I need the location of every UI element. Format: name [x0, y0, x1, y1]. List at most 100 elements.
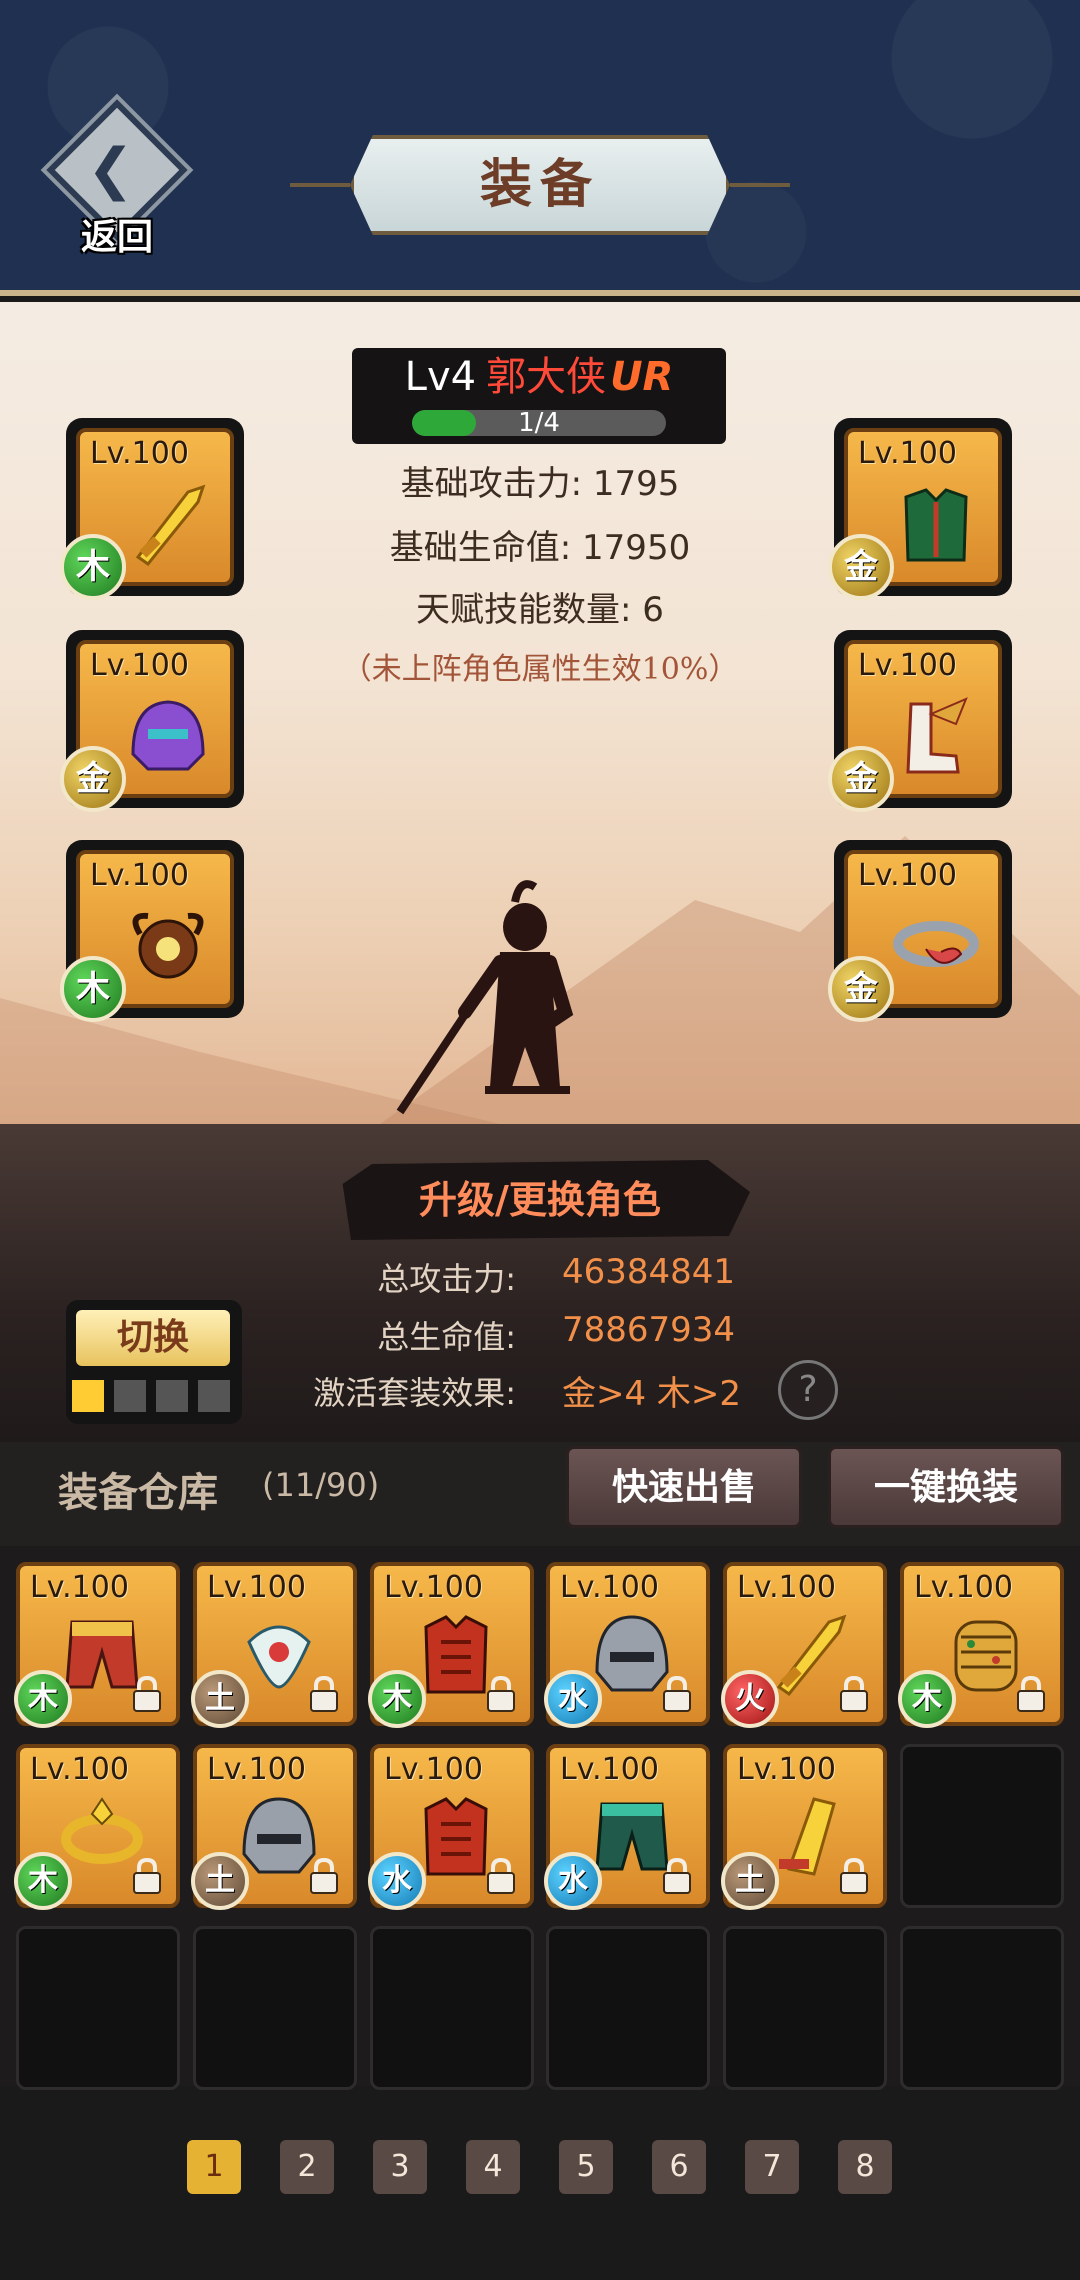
warehouse-item[interactable]: Lv.100 土 — [191, 1562, 357, 1728]
lock-icon[interactable] — [837, 1856, 871, 1896]
equip-slot-boots[interactable]: Lv.100 金 — [828, 630, 1012, 812]
empty-slot — [370, 1926, 534, 2090]
back-arrow-icon: ❮ — [87, 137, 134, 202]
lock-icon[interactable] — [130, 1856, 164, 1896]
element-gold-badge: 金 — [60, 746, 126, 812]
hero-silhouette — [396, 880, 574, 1115]
item-level: Lv.100 — [737, 1570, 836, 1605]
green-armor-icon — [904, 488, 968, 562]
equip-slot-amulet[interactable]: Lv.100 木 — [60, 840, 244, 1022]
lock-icon[interactable] — [660, 1856, 694, 1896]
item-level: Lv.100 — [384, 1570, 483, 1605]
item-level: Lv.100 — [914, 1570, 1013, 1605]
base-attack-stat: 基础攻击力: 1795 — [400, 464, 680, 504]
warehouse-item[interactable]: Lv.100 水 — [544, 1744, 710, 1910]
element-wood-badge: 木 — [898, 1670, 956, 1728]
total-hp-label: 总生命值: — [377, 1318, 516, 1356]
warehouse-item[interactable]: Lv.100 水 — [368, 1744, 534, 1910]
inactive-bonus-note: （未上阵角色属性生效10%） — [341, 652, 739, 687]
element-gold-badge: 金 — [828, 956, 894, 1022]
equip-level: Lv.100 — [858, 648, 957, 683]
equip-level: Lv.100 — [90, 436, 189, 471]
element-wood-badge: 木 — [14, 1852, 72, 1910]
hero-rarity-badge: UR — [610, 354, 674, 400]
equip-level: Lv.100 — [90, 648, 189, 683]
lock-icon[interactable] — [307, 1856, 341, 1896]
page-title: 装备 — [479, 154, 600, 215]
lock-icon[interactable] — [837, 1674, 871, 1714]
item-level: Lv.100 — [560, 1752, 659, 1787]
lock-icon[interactable] — [660, 1674, 694, 1714]
item-level: Lv.100 — [560, 1570, 659, 1605]
title-ornament-right — [730, 183, 790, 187]
element-earth-badge: 土 — [191, 1852, 249, 1910]
equip-level: Lv.100 — [858, 858, 957, 893]
total-attack-label: 总攻击力: — [377, 1260, 516, 1298]
lock-icon[interactable] — [1014, 1674, 1048, 1714]
warehouse-item[interactable]: Lv.100 木 — [14, 1562, 180, 1728]
winged-boots-icon — [906, 697, 968, 774]
horned-amulet-icon — [132, 912, 204, 979]
loadout-indicator-2[interactable] — [114, 1380, 146, 1412]
empty-slot — [723, 1926, 887, 2090]
empty-slot — [900, 1744, 1064, 1908]
warehouse-count: (11/90) — [262, 1466, 380, 1504]
warehouse-item[interactable]: Lv.100 土 — [191, 1744, 357, 1910]
loadout-indicator-1[interactable] — [72, 1380, 104, 1412]
warehouse-item[interactable]: Lv.100 木 — [368, 1562, 534, 1728]
lock-icon[interactable] — [130, 1674, 164, 1714]
empty-slot — [193, 1926, 357, 2090]
warehouse-item[interactable]: Lv.100 火 — [721, 1562, 887, 1728]
total-hp-value: 78867934 — [562, 1310, 736, 1350]
page-button-5[interactable]: 5 — [559, 2140, 613, 2194]
lock-icon[interactable] — [484, 1856, 518, 1896]
element-fire-badge: 火 — [721, 1670, 779, 1728]
empty-slot — [16, 1926, 180, 2090]
back-button[interactable]: ❮ 返回 — [42, 99, 192, 258]
loadout-indicator-3[interactable] — [156, 1380, 188, 1412]
total-attack-value: 46384841 — [562, 1252, 736, 1292]
element-earth-badge: 土 — [191, 1670, 249, 1728]
item-level: Lv.100 — [207, 1752, 306, 1787]
switch-loadout-button[interactable]: 切换 — [76, 1310, 230, 1366]
warehouse-item[interactable]: Lv.100 土 — [721, 1744, 887, 1910]
hero-progress-text: 1/4 — [518, 408, 560, 438]
element-earth-badge: 土 — [721, 1852, 779, 1910]
element-water-badge: 水 — [368, 1852, 426, 1910]
equip-slot-ring[interactable]: Lv.100 金 — [828, 840, 1012, 1022]
page-button-3[interactable]: 3 — [373, 2140, 427, 2194]
page-button-8[interactable]: 8 — [838, 2140, 892, 2194]
warehouse-item[interactable]: Lv.100 木 — [14, 1744, 180, 1910]
page-button-7[interactable]: 7 — [745, 2140, 799, 2194]
equip-level: Lv.100 — [858, 436, 957, 471]
hero-name: 郭大侠 — [486, 354, 607, 400]
page-button-4[interactable]: 4 — [466, 2140, 520, 2194]
hero-level: Lv4 — [404, 354, 477, 400]
hero-name-row: Lv4 郭大侠 UR — [352, 352, 726, 402]
page-button-6[interactable]: 6 — [652, 2140, 706, 2194]
lock-icon[interactable] — [307, 1674, 341, 1714]
element-wood-badge: 木 — [60, 956, 126, 1022]
loadout-indicator-4[interactable] — [198, 1380, 230, 1412]
back-label: 返回 — [80, 217, 153, 258]
equip-slot-helmet[interactable]: Lv.100 金 — [60, 630, 244, 812]
equip-level: Lv.100 — [90, 858, 189, 893]
base-hp-stat: 基础生命值: 17950 — [389, 528, 691, 568]
element-water-badge: 水 — [544, 1852, 602, 1910]
lock-icon[interactable] — [484, 1674, 518, 1714]
dragon-ring-icon — [893, 921, 979, 967]
quick-sell-button[interactable]: 快速出售 — [566, 1446, 802, 1528]
equip-slot-weapon[interactable]: Lv.100 木 — [60, 418, 244, 600]
upgrade-change-hero-button[interactable]: 升级/更换角色 — [330, 1160, 750, 1240]
warehouse-item[interactable]: Lv.100 水 — [544, 1562, 710, 1728]
equip-slot-armor[interactable]: Lv.100 金 — [828, 418, 1012, 600]
one-click-equip-button[interactable]: 一键换装 — [828, 1446, 1064, 1528]
warehouse-title: 装备仓库 — [58, 1469, 218, 1516]
talent-count-stat: 天赋技能数量: 6 — [416, 590, 664, 630]
purple-helmet-icon — [131, 700, 205, 771]
element-water-badge: 水 — [544, 1670, 602, 1728]
warehouse-item[interactable]: Lv.100 木 — [898, 1562, 1064, 1728]
page-button-2[interactable]: 2 — [280, 2140, 334, 2194]
page-button-1[interactable]: 1 — [187, 2140, 241, 2194]
help-icon[interactable]: ? — [778, 1360, 838, 1420]
